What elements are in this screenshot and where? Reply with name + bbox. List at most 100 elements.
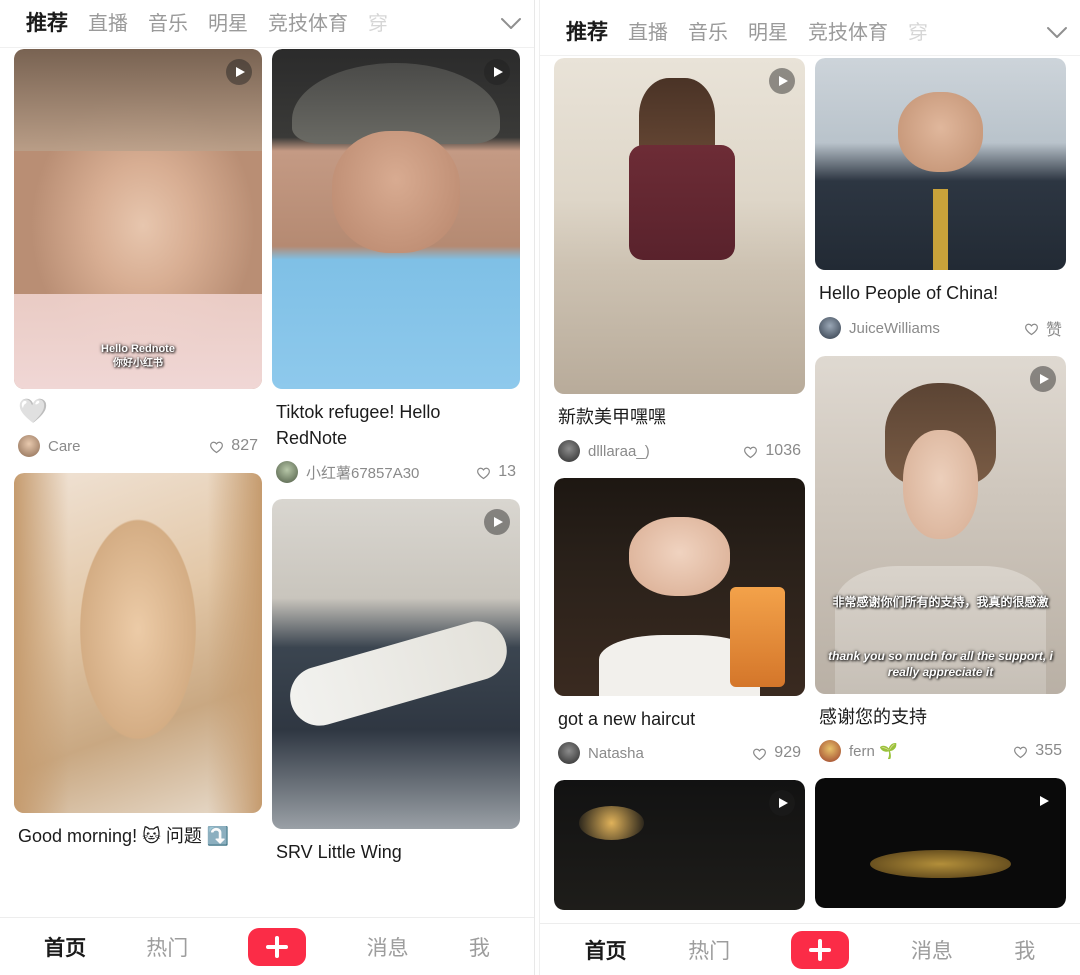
- avatar[interactable]: [558, 440, 580, 463]
- heart-outline-icon: [210, 441, 224, 454]
- like-count: 355: [1035, 742, 1062, 760]
- nav-home[interactable]: 首页: [44, 932, 86, 962]
- chevron-down-icon[interactable]: [494, 17, 528, 31]
- feed-right[interactable]: 新款美甲嘿嘿 dlllaraa_) 1036 got a new haircut…: [540, 58, 1080, 923]
- avatar[interactable]: [558, 742, 580, 765]
- post-thumbnail[interactable]: 非常感谢你们所有的支持，我真的很感激 thank you so much for…: [815, 356, 1066, 695]
- left-phone-panel: 推荐 直播 音乐 明星 竞技体育 穿 Hello Rednote 你好小红书 🤍…: [0, 0, 534, 975]
- post-thumbnail[interactable]: [554, 58, 805, 394]
- post-author[interactable]: JuiceWilliams: [849, 320, 1015, 337]
- plus-icon-vertical: [818, 938, 823, 961]
- play-icon[interactable]: [769, 790, 795, 817]
- post-card[interactable]: SRV Little Wing: [272, 499, 520, 880]
- like-counter[interactable]: 355: [1012, 742, 1062, 760]
- post-thumbnail[interactable]: [815, 778, 1066, 909]
- tab-celebrity[interactable]: 明星: [198, 10, 258, 38]
- avatar[interactable]: [819, 317, 841, 340]
- post-card[interactable]: Hello People of China! JuiceWilliams 赞: [815, 58, 1066, 345]
- avatar[interactable]: [276, 461, 298, 484]
- avatar[interactable]: [819, 740, 841, 763]
- nav-trending[interactable]: 热门: [146, 932, 188, 962]
- nav-profile[interactable]: 我: [1014, 935, 1035, 965]
- post-title: 🤍: [18, 398, 48, 425]
- chevron-down-icon[interactable]: [1040, 26, 1074, 40]
- like-counter[interactable]: 13: [475, 463, 516, 481]
- post-author[interactable]: dlllaraa_): [588, 443, 734, 460]
- plus-icon-vertical: [275, 935, 280, 958]
- feed-column-left-a: Hello Rednote 你好小红书 🤍 Care 827 Good morn…: [14, 49, 262, 917]
- post-card[interactable]: Hello Rednote 你好小红书 🤍 Care 827: [14, 49, 262, 462]
- tab-recommend[interactable]: 推荐: [16, 10, 78, 38]
- play-icon[interactable]: [226, 59, 252, 85]
- post-card[interactable]: [554, 780, 805, 911]
- post-card[interactable]: got a new haircut Natasha 929: [554, 478, 805, 769]
- nav-messages[interactable]: 消息: [911, 935, 953, 965]
- heart-outline-icon: [1014, 746, 1028, 758]
- post-thumbnail[interactable]: [272, 49, 520, 389]
- like-counter[interactable]: 1036: [742, 442, 801, 460]
- tab-live[interactable]: 直播: [78, 10, 138, 38]
- thumbnail-overlay-line1: 非常感谢你们所有的支持，我真的很感激: [832, 594, 1049, 609]
- post-title: Hello People of China!: [819, 283, 999, 303]
- tab-recommend[interactable]: 推荐: [556, 19, 618, 47]
- post-meta: 小红薯67857A30 13: [276, 461, 516, 484]
- feed-left[interactable]: Hello Rednote 你好小红书 🤍 Care 827 Good morn…: [0, 49, 534, 917]
- post-author[interactable]: Natasha: [588, 745, 743, 762]
- category-tab-bar-left[interactable]: 推荐 直播 音乐 明星 竞技体育 穿: [0, 0, 534, 48]
- post-title: Tiktok refugee! Hello RedNote: [276, 402, 441, 449]
- feed-column-right-a: 新款美甲嘿嘿 dlllaraa_) 1036 got a new haircut…: [554, 58, 805, 923]
- play-icon[interactable]: [484, 509, 510, 536]
- post-thumbnail[interactable]: Hello Rednote 你好小红书: [14, 49, 262, 389]
- post-title: 感谢您的支持: [819, 707, 927, 728]
- post-title: got a new haircut: [558, 709, 696, 730]
- tab-music[interactable]: 音乐: [678, 19, 738, 47]
- heart-outline-icon: [1025, 323, 1038, 335]
- tab-sports[interactable]: 竞技体育: [258, 10, 358, 38]
- post-author[interactable]: Care: [48, 438, 200, 455]
- post-thumbnail[interactable]: [272, 499, 520, 830]
- tab-fashion[interactable]: 穿: [358, 10, 398, 38]
- post-title: 新款美甲嘿嘿: [558, 407, 666, 427]
- nav-messages[interactable]: 消息: [367, 932, 409, 962]
- nav-trending[interactable]: 热门: [688, 935, 730, 965]
- post-card[interactable]: Good morning! 🐱 问题 ⤵️: [14, 473, 262, 864]
- play-icon[interactable]: [1030, 366, 1056, 393]
- bottom-navigation-right[interactable]: 首页 热门 消息 我: [540, 923, 1080, 975]
- post-author[interactable]: fern 🌱: [849, 742, 1004, 760]
- post-meta: dlllaraa_) 1036: [558, 440, 801, 463]
- avatar[interactable]: [18, 435, 40, 458]
- nav-profile[interactable]: 我: [469, 932, 490, 962]
- like-count: 827: [231, 437, 258, 455]
- post-meta: Care 827: [18, 435, 258, 458]
- post-thumbnail[interactable]: [554, 478, 805, 697]
- post-card[interactable]: [815, 778, 1066, 909]
- play-icon[interactable]: [1030, 788, 1056, 814]
- feed-column-right-b: Hello People of China! JuiceWilliams 赞 非…: [815, 58, 1066, 923]
- post-card[interactable]: 新款美甲嘿嘿 dlllaraa_) 1036: [554, 58, 805, 467]
- play-icon[interactable]: [484, 59, 510, 85]
- post-author[interactable]: 小红薯67857A30: [306, 462, 467, 483]
- heart-outline-icon: [477, 467, 491, 479]
- like-counter[interactable]: 赞: [1023, 316, 1062, 340]
- like-counter[interactable]: 827: [208, 437, 258, 455]
- create-post-button[interactable]: [248, 927, 307, 966]
- post-card[interactable]: Tiktok refugee! Hello RedNote 小红薯67857A3…: [272, 49, 520, 488]
- tab-celebrity[interactable]: 明星: [738, 19, 798, 47]
- post-thumbnail[interactable]: [815, 58, 1066, 270]
- post-title: Good morning! 🐱 问题 ⤵️: [18, 826, 230, 847]
- like-counter[interactable]: 929: [751, 744, 801, 762]
- thumbnail-overlay-line2: thank you so much for all the support, i…: [828, 648, 1053, 679]
- post-thumbnail[interactable]: [14, 473, 262, 814]
- tab-music[interactable]: 音乐: [138, 10, 198, 38]
- post-card[interactable]: 非常感谢你们所有的支持，我真的很感激 thank you so much for…: [815, 356, 1066, 767]
- nav-home[interactable]: 首页: [585, 935, 627, 965]
- tab-sports[interactable]: 竞技体育: [798, 19, 898, 47]
- play-icon[interactable]: [769, 68, 795, 94]
- create-post-button[interactable]: [791, 930, 850, 969]
- tab-fashion[interactable]: 穿: [898, 19, 938, 47]
- tab-live[interactable]: 直播: [618, 19, 678, 47]
- post-thumbnail[interactable]: [554, 780, 805, 911]
- like-count: 13: [498, 463, 516, 481]
- bottom-navigation-left[interactable]: 首页 热门 消息 我: [0, 917, 534, 975]
- category-tab-bar-right[interactable]: 推荐 直播 音乐 明星 竞技体育 穿: [540, 0, 1080, 56]
